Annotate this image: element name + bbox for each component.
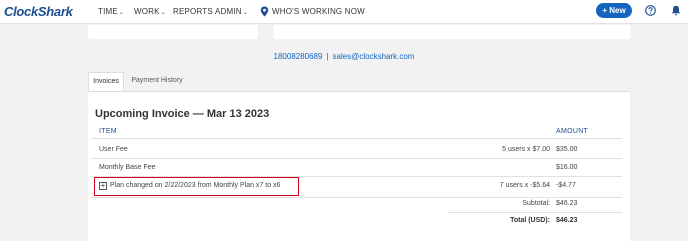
user-fee-item: User Fee	[99, 146, 128, 153]
contact-separator: |	[326, 52, 329, 61]
invoice-title: Upcoming Invoice — Mar 13 2023	[95, 108, 270, 120]
help-icon[interactable]	[645, 5, 656, 16]
phone-link[interactable]: 18008280689	[274, 52, 323, 61]
invoice-panel: Upcoming Invoice — Mar 13 2023 ITEM AMOU…	[88, 91, 630, 241]
user-fee-qty: 5 users x $7.00	[502, 146, 550, 153]
nav-time-label: TIME	[98, 7, 118, 16]
tab-invoices[interactable]: Invoices	[88, 72, 124, 91]
plan-change-item: Plan changed on 2/22/2023 from Monthly P…	[110, 182, 281, 189]
row-divider	[91, 158, 622, 159]
row-divider	[91, 138, 622, 139]
map-pin-icon	[260, 6, 269, 17]
nav-admin-label: ADMIN	[215, 7, 242, 16]
item-column-header: ITEM	[99, 128, 117, 135]
base-fee-item: Monthly Base Fee	[99, 164, 156, 171]
nav-time-menu[interactable]: TIME⌄	[98, 7, 124, 16]
chevron-down-icon: ⌄	[118, 10, 125, 16]
email-link[interactable]: sales@clockshark.com	[333, 52, 415, 61]
subtotal-label: Subtotal:	[522, 200, 550, 207]
row-divider	[91, 197, 622, 198]
summary-card-right	[274, 25, 630, 39]
chevron-down-icon: ⌄	[242, 10, 249, 16]
nav-admin-menu[interactable]: ADMIN⌄	[215, 7, 248, 16]
total-label: Total (USD):	[510, 217, 550, 224]
top-navigation-bar: ClockShark TIME⌄ WORK⌄ REPORTS ADMIN⌄ WH…	[0, 0, 688, 24]
base-fee-amount: $16.00	[556, 164, 578, 171]
summary-card-left	[88, 25, 258, 39]
nav-work-label: WORK	[134, 7, 160, 16]
row-divider	[448, 212, 622, 213]
plan-change-amount: -$4.77	[556, 182, 576, 189]
total-value: $46.23	[556, 217, 578, 224]
nav-reports-link[interactable]: REPORTS	[173, 7, 213, 16]
contact-info: 18008280689 | sales@clockshark.com	[0, 52, 688, 61]
new-button[interactable]: + New	[596, 3, 632, 18]
bell-icon[interactable]	[671, 5, 681, 16]
clockshark-logo[interactable]: ClockShark	[4, 4, 73, 19]
amount-column-header: AMOUNT	[556, 128, 589, 135]
nav-work-menu[interactable]: WORK⌄	[134, 7, 166, 16]
subtotal-value: $46.23	[556, 200, 578, 207]
tab-payment-history[interactable]: Payment History	[124, 72, 190, 91]
plan-change-qty: 7 users x -$5.64	[499, 182, 550, 189]
nav-whos-working-link[interactable]: WHO'S WORKING NOW	[272, 7, 365, 16]
expand-plus-icon[interactable]: +	[99, 182, 107, 190]
chevron-down-icon: ⌄	[160, 10, 166, 16]
user-fee-amount: $35.00	[556, 146, 578, 153]
